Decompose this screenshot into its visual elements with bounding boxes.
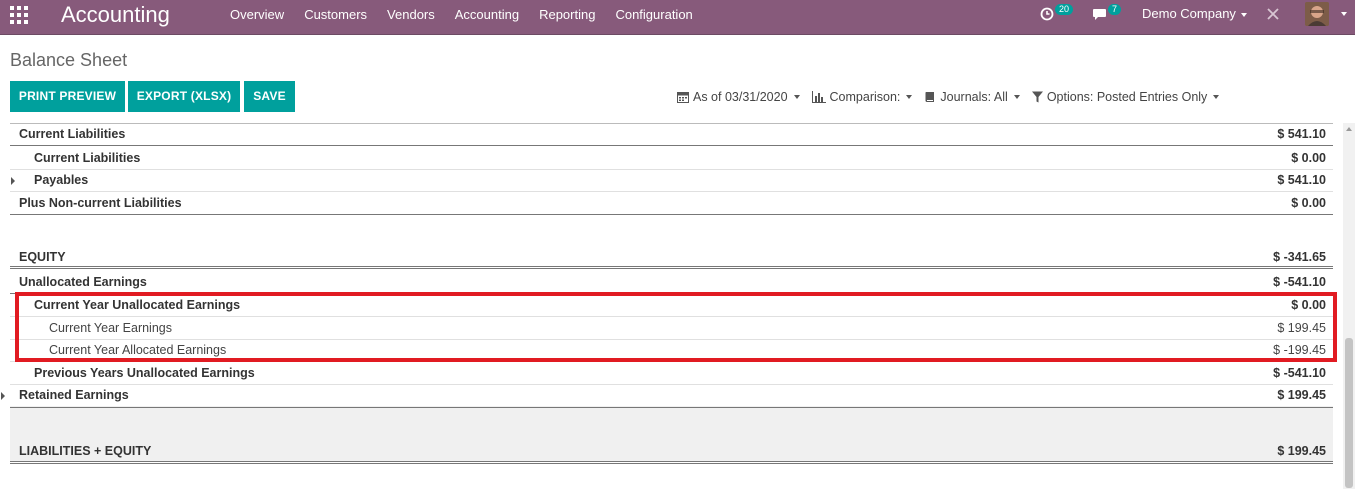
options-filter[interactable]: Options: Posted Entries Only bbox=[1031, 89, 1220, 104]
row-amount: $ 0.00 bbox=[1291, 196, 1326, 210]
chat-icon bbox=[1093, 8, 1106, 20]
debug-tools[interactable] bbox=[1266, 0, 1280, 28]
menu-item-overview[interactable]: Overview bbox=[230, 7, 284, 22]
export-xlsx-button[interactable]: EXPORT (XLSX) bbox=[128, 81, 240, 112]
row-label: LIABILITIES + EQUITY bbox=[19, 444, 152, 458]
date-filter-label: As of 03/31/2020 bbox=[693, 89, 788, 104]
user-menu-toggle[interactable] bbox=[1336, 0, 1347, 28]
row-amount: $ 199.45 bbox=[1277, 388, 1326, 402]
journals-filter-label: Journals: All bbox=[940, 89, 1008, 104]
date-filter[interactable]: As of 03/31/2020 bbox=[677, 90, 800, 104]
vertical-scrollbar[interactable] bbox=[1343, 123, 1355, 489]
comparison-filter-label: Comparison: bbox=[829, 89, 901, 104]
apps-grid-icon[interactable] bbox=[10, 6, 28, 24]
menu-item-accounting[interactable]: Accounting bbox=[455, 7, 519, 22]
row-label: Previous Years Unallocated Earnings bbox=[34, 366, 255, 380]
options-filter-label: Options: Posted Entries Only bbox=[1046, 89, 1208, 104]
bar-chart-icon bbox=[811, 90, 826, 103]
company-switcher[interactable]: Demo Company bbox=[1142, 6, 1247, 21]
row-amount: $ 199.45 bbox=[1277, 444, 1326, 458]
row-label: Payables bbox=[34, 173, 89, 187]
chevron-down-icon bbox=[793, 94, 800, 99]
report-row[interactable]: Retained Earnings $ 199.45 bbox=[1, 384, 1333, 408]
row-label: Current Year Allocated Earnings bbox=[49, 343, 227, 357]
chevron-down-icon bbox=[1213, 94, 1220, 99]
calendar-icon bbox=[677, 91, 689, 103]
menu-item-customers[interactable]: Customers bbox=[304, 7, 367, 22]
menu-item-vendors[interactable]: Vendors bbox=[387, 7, 435, 22]
expand-caret-icon[interactable] bbox=[11, 177, 15, 185]
top-navbar: Accounting Overview Customers Vendors Ac… bbox=[0, 0, 1355, 35]
expand-caret-icon[interactable] bbox=[1, 392, 5, 400]
activity-menu[interactable]: 20 bbox=[1040, 0, 1074, 28]
row-label: Current Liabilities bbox=[19, 127, 126, 141]
row-amount: $ -541.10 bbox=[1273, 366, 1326, 380]
report-row-total[interactable]: LIABILITIES + EQUITY $ 199.45 bbox=[10, 439, 1333, 464]
journals-filter[interactable]: Journals: All bbox=[924, 89, 1020, 104]
row-label: Current Year Earnings bbox=[49, 321, 172, 335]
company-name: Demo Company bbox=[1142, 6, 1236, 21]
row-amount: $ 199.45 bbox=[1277, 321, 1326, 335]
report-row[interactable]: Current Year Earnings $ 199.45 bbox=[10, 317, 1333, 340]
row-amount: $ 0.00 bbox=[1291, 151, 1326, 165]
page-title: Balance Sheet bbox=[10, 50, 128, 70]
activity-count-badge: 20 bbox=[1055, 3, 1074, 15]
report-row[interactable]: EQUITY $ -341.65 bbox=[10, 244, 1333, 269]
row-amount: $ -199.45 bbox=[1273, 343, 1326, 357]
report-row[interactable]: Plus Non-current Liabilities $ 0.00 bbox=[10, 192, 1333, 215]
menu-item-reporting[interactable]: Reporting bbox=[539, 7, 595, 22]
row-amount: $ 541.10 bbox=[1277, 127, 1326, 141]
row-label: EQUITY bbox=[19, 250, 66, 264]
book-icon bbox=[925, 91, 935, 102]
report-filters: As of 03/31/2020 Comparison: Journals: A… bbox=[677, 81, 1231, 112]
save-button[interactable]: SAVE bbox=[244, 81, 295, 112]
clock-icon bbox=[1040, 7, 1054, 21]
report-row[interactable]: Current Liabilities $ 541.10 bbox=[10, 123, 1333, 146]
row-amount: $ 0.00 bbox=[1291, 298, 1326, 312]
chevron-down-icon bbox=[906, 94, 913, 99]
report-row[interactable]: Payables $ 541.10 bbox=[10, 169, 1333, 192]
main-menu: Overview Customers Vendors Accounting Re… bbox=[230, 0, 713, 28]
row-amount: $ -341.65 bbox=[1273, 250, 1326, 264]
report-row[interactable]: Current Year Allocated Earnings $ -199.4… bbox=[10, 339, 1333, 362]
chevron-down-icon bbox=[1341, 12, 1347, 16]
report-row[interactable]: Previous Years Unallocated Earnings $ -5… bbox=[10, 362, 1333, 385]
row-amount: $ 541.10 bbox=[1277, 173, 1326, 187]
row-label: Current Liabilities bbox=[34, 151, 141, 165]
print-preview-button[interactable]: PRINT PREVIEW bbox=[10, 81, 125, 112]
row-label: Retained Earnings bbox=[19, 388, 129, 402]
row-label: Current Year Unallocated Earnings bbox=[34, 298, 241, 312]
report-row[interactable]: Current Year Unallocated Earnings $ 0.00 bbox=[10, 294, 1333, 317]
app-title[interactable]: Accounting bbox=[61, 2, 170, 28]
row-amount: $ -541.10 bbox=[1273, 275, 1326, 289]
menu-item-configuration[interactable]: Configuration bbox=[615, 7, 692, 22]
filter-icon bbox=[1031, 91, 1043, 102]
comparison-filter[interactable]: Comparison: bbox=[811, 89, 913, 104]
chevron-down-icon bbox=[1013, 94, 1020, 99]
row-label: Unallocated Earnings bbox=[19, 275, 147, 289]
report-row[interactable]: Current Liabilities $ 0.00 bbox=[10, 147, 1333, 170]
messages-menu[interactable]: 7 bbox=[1092, 0, 1122, 28]
chevron-down-icon bbox=[1240, 12, 1247, 17]
message-count-badge: 7 bbox=[1108, 3, 1122, 15]
row-label: Plus Non-current Liabilities bbox=[19, 196, 182, 210]
scroll-up-icon[interactable] bbox=[1346, 127, 1352, 131]
tools-icon bbox=[1267, 8, 1279, 20]
report-row[interactable]: Unallocated Earnings $ -541.10 bbox=[10, 271, 1333, 294]
user-avatar[interactable] bbox=[1305, 2, 1329, 26]
scrollbar-thumb[interactable] bbox=[1345, 338, 1353, 488]
